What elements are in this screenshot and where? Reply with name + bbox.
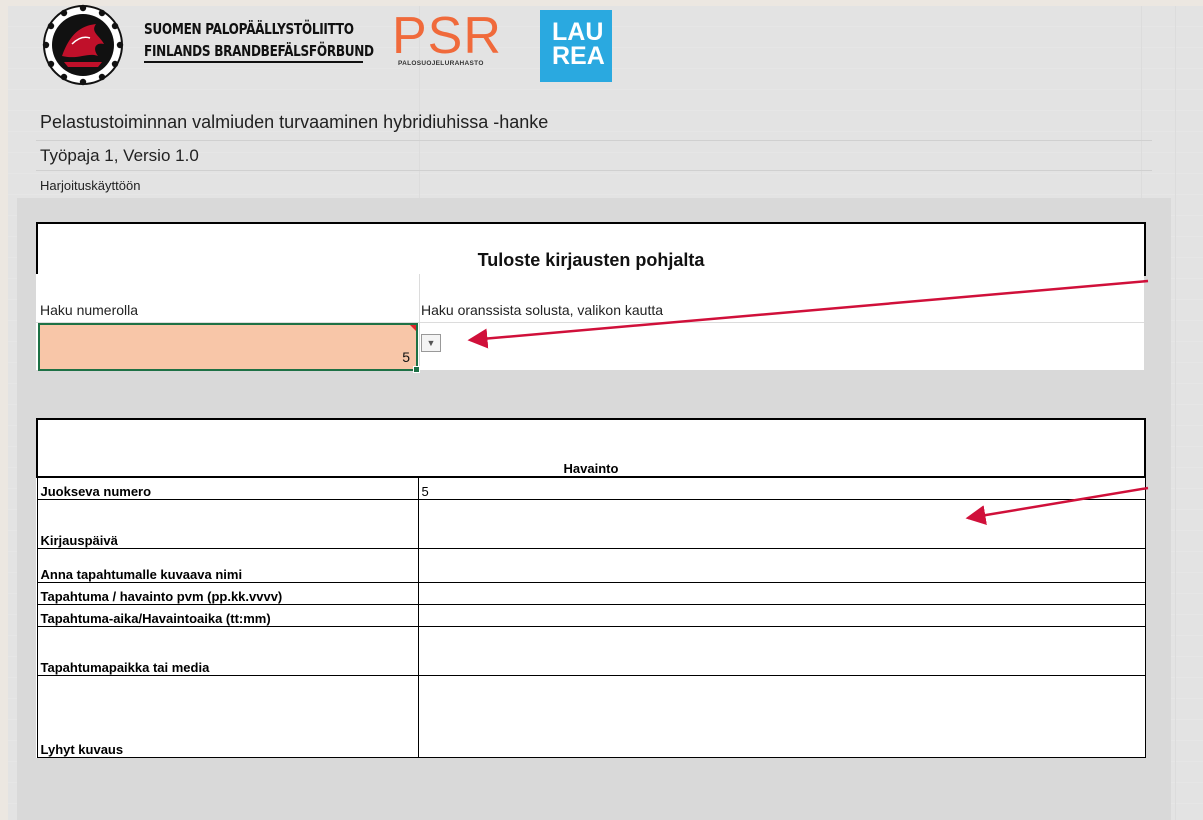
logo-underline — [144, 61, 363, 63]
search-number-input-cell[interactable]: 5 — [38, 323, 420, 373]
laurea-logo: LAU REA — [540, 10, 612, 82]
row-label: Tapahtuma-aika/Havaintoaika (tt:mm) — [36, 603, 419, 627]
table-row: Kirjauspäivä — [36, 498, 1146, 549]
row-label: Kirjauspäivä — [36, 498, 419, 549]
page-title: Pelastustoiminnan valmiuden turvaaminen … — [40, 112, 549, 132]
laurea-logo-line1: LAU — [552, 18, 604, 46]
palopaallystoliitto-emblem-logo — [42, 4, 124, 86]
row-value-cell[interactable]: 5 — [417, 476, 1146, 500]
row-divider — [36, 170, 1152, 171]
search-number-value: 5 — [402, 349, 410, 365]
row-label: Juokseva numero — [36, 476, 419, 500]
psr-logo: PSR PALOSUOJELURAHASTO — [392, 10, 512, 67]
chevron-down-icon[interactable]: ▼ — [421, 334, 441, 352]
row-value-cell[interactable] — [417, 547, 1146, 583]
search-by-dropdown-label: Haku oranssista solusta, valikon kautta — [421, 302, 664, 318]
row-label: Lyhyt kuvaus — [36, 674, 419, 758]
laurea-logo-line2: REA — [552, 42, 605, 70]
row-label: Tapahtuma / havainto pvm (pp.kk.vvvv) — [36, 581, 419, 605]
observation-table: Havainto Juokseva numero 5 Kirjauspäivä … — [36, 418, 1146, 758]
row-value-cell[interactable] — [417, 674, 1146, 758]
row-divider — [36, 140, 1152, 141]
search-by-number-label: Haku numerolla — [40, 302, 139, 318]
row-value-cell[interactable] — [417, 581, 1146, 605]
table-row: Tapahtuma-aika/Havaintoaika (tt:mm) — [36, 603, 1146, 627]
psr-logo-text: PSR — [392, 7, 502, 65]
version-label: Työpaja 1, Versio 1.0 — [40, 146, 199, 165]
row-value-cell[interactable] — [417, 603, 1146, 627]
report-title: Tuloste kirjausten pohjalta — [477, 250, 705, 270]
table-header: Havainto — [36, 418, 1146, 478]
column-divider — [419, 274, 420, 370]
table-row: Tapahtumapaikka tai media — [36, 625, 1146, 676]
row-value-cell[interactable] — [417, 625, 1146, 676]
comment-indicator-icon — [410, 325, 416, 331]
fill-handle[interactable] — [413, 366, 420, 373]
report-title-box: Tuloste kirjausten pohjalta — [36, 222, 1146, 276]
row-label: Tapahtumapaikka tai media — [36, 625, 419, 676]
grid-column-line — [1175, 6, 1176, 820]
row-value-cell[interactable] — [417, 498, 1146, 549]
table-row: Anna tapahtumalle kuvaava nimi — [36, 547, 1146, 583]
org-logo-line1: SUOMEN PALOPÄÄLLYSTÖLIITTO — [144, 20, 354, 38]
table-row: Juokseva numero 5 — [36, 476, 1146, 500]
table-row: Tapahtuma / havainto pvm (pp.kk.vvvv) — [36, 581, 1146, 605]
table-row: Lyhyt kuvaus — [36, 674, 1146, 758]
org-logo-line2: FINLANDS BRANDBEFÄLSFÖRBUND — [144, 42, 374, 60]
usage-label: Harjoituskäyttöön — [40, 178, 141, 193]
row-label: Anna tapahtumalle kuvaava nimi — [36, 547, 419, 583]
